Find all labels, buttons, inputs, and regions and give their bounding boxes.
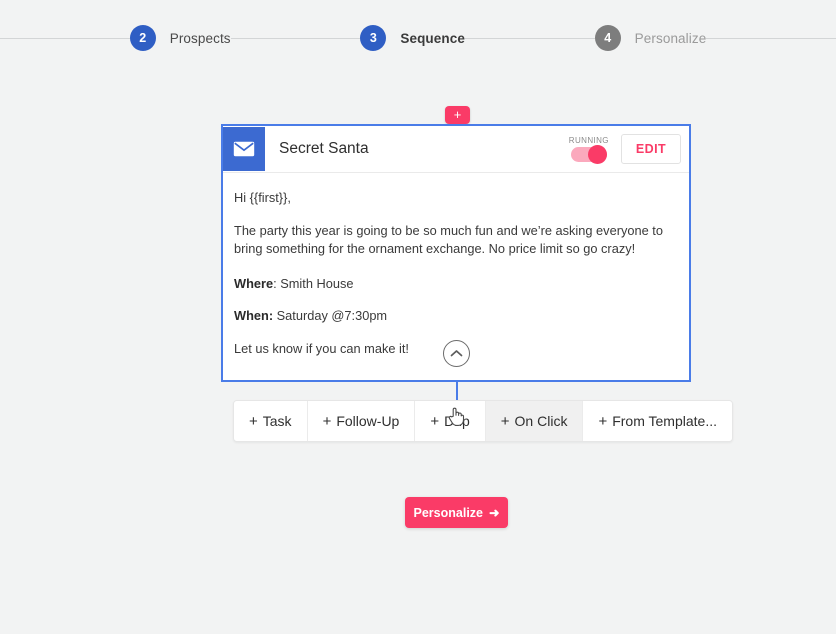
collapse-row	[223, 340, 689, 367]
email-card-body: Hi {{first}}, The party this year is goi…	[223, 173, 689, 358]
email-card-header: Secret Santa RUNNING EDIT	[223, 126, 689, 173]
arrow-right-icon: ➜	[489, 506, 500, 520]
personalize-button-label: Personalize	[413, 505, 483, 520]
stepper-step-label-prospects: Prospects	[169, 30, 231, 46]
add-on-click-label: On Click	[514, 413, 568, 429]
chevron-up-icon[interactable]	[442, 340, 470, 367]
plus-icon: +	[598, 412, 608, 430]
stepper-step-personalize[interactable]: 4 Personalize	[594, 25, 707, 51]
card-connector-line	[456, 382, 458, 400]
email-when-label: When:	[234, 308, 274, 324]
progress-stepper: 2 Prospects 3 Sequence 4 Personalize	[0, 0, 836, 76]
add-from-template-button[interactable]: + From Template...	[583, 401, 732, 441]
stepper-line-start	[0, 37, 130, 39]
stepper-step-sequence[interactable]: 3 Sequence	[360, 25, 465, 51]
add-follow-up-button[interactable]: + Follow-Up	[307, 401, 416, 441]
add-task-label: Task	[262, 413, 292, 429]
email-greeting: Hi {{first}},	[234, 190, 291, 205]
email-where-line: Where: Smith House	[234, 275, 677, 294]
stepper-step-label-personalize: Personalize	[634, 30, 707, 46]
status-toggle-group: RUNNING	[568, 136, 609, 164]
email-where-label: Where	[234, 275, 274, 291]
add-follow-up-label: Follow-Up	[336, 413, 400, 429]
stepper-step-number-2: 2	[129, 25, 156, 51]
plus-icon: +	[430, 412, 440, 430]
add-drip-button[interactable]: + Drip	[415, 401, 486, 441]
add-task-button[interactable]: + Task	[234, 401, 308, 441]
add-on-click-button[interactable]: + On Click	[485, 401, 584, 441]
email-card-header-controls: RUNNING EDIT	[569, 126, 681, 172]
stepper-step-prospects[interactable]: 2 Prospects	[129, 25, 231, 51]
plus-icon: +	[249, 412, 258, 430]
stepper-step-number-3: 3	[360, 25, 387, 51]
stepper-step-number-4: 4	[594, 25, 621, 51]
stepper-line-end	[706, 37, 836, 39]
email-when-value: Saturday @7:30pm	[273, 308, 388, 324]
add-action-toolbar: + Task + Follow-Up + Drip + On Click + F…	[233, 400, 733, 442]
add-from-template-label: From Template...	[612, 413, 717, 429]
running-toggle[interactable]	[570, 145, 607, 164]
email-where-value: : Smith House	[273, 275, 354, 291]
plus-icon: +	[322, 412, 332, 430]
edit-button[interactable]: EDIT	[620, 134, 681, 164]
email-step-card: Secret Santa RUNNING EDIT Hi {{first}}, …	[221, 124, 691, 382]
stepper-step-label-sequence: Sequence	[400, 30, 465, 46]
email-card-title: Secret Santa	[279, 140, 369, 157]
stepper-line-1	[230, 37, 361, 39]
stepper-line-2	[464, 37, 595, 39]
envelope-icon	[223, 127, 265, 171]
add-drip-label: Drip	[444, 413, 470, 429]
add-step-button[interactable]: +	[445, 106, 470, 124]
email-paragraph: The party this year is going to be so mu…	[234, 222, 663, 257]
toggle-knob	[587, 145, 607, 164]
email-when-line: When: Saturday @7:30pm	[234, 307, 677, 326]
status-badge: RUNNING	[568, 136, 609, 145]
plus-icon: +	[500, 412, 510, 430]
personalize-button[interactable]: Personalize ➜	[405, 497, 508, 528]
